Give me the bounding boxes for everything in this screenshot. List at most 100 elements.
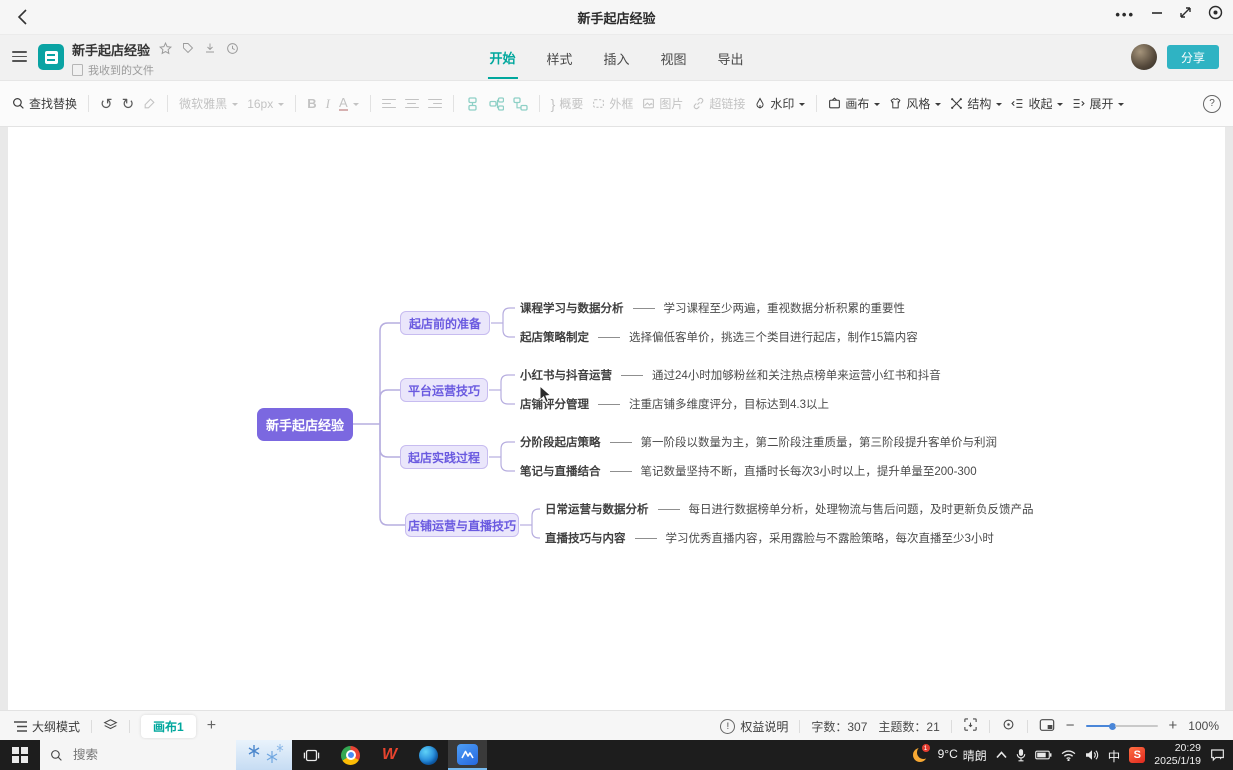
action-center-icon[interactable] (1210, 748, 1225, 762)
minimize-icon[interactable] (1151, 7, 1163, 22)
taskbar-search[interactable] (40, 740, 236, 770)
taskbar-clock[interactable]: 20:29 2025/1/19 (1154, 742, 1201, 768)
microphone-icon[interactable] (1016, 748, 1026, 762)
bold-button[interactable]: B (307, 96, 316, 111)
tab-start[interactable]: 开始 (487, 36, 517, 79)
insert-parent-icon[interactable] (513, 97, 528, 111)
zoom-in-button[interactable]: + (1169, 721, 1178, 731)
share-button[interactable]: 分享 (1167, 45, 1219, 69)
browser-app-icon[interactable] (409, 740, 448, 770)
hyperlink-button[interactable]: 超链接 (692, 95, 745, 112)
undo-icon[interactable]: ↺ (100, 95, 113, 113)
font-family-select[interactable]: 微软雅黑 (179, 95, 238, 112)
mindmap-detail-node[interactable]: 注重店铺多维度评分，目标达到4.3以上 (629, 396, 829, 412)
mindmap-subtopic-node[interactable]: 店铺评分管理 (520, 396, 589, 412)
mindmap-detail-node[interactable]: 选择偏低客单价，挑选三个类目进行起店，制作15篇内容 (629, 329, 918, 345)
mindmap-detail-node[interactable]: 学习优秀直播内容，采用露脸与不露脸策略，每次直播至少3小时 (666, 530, 994, 546)
user-avatar[interactable] (1131, 44, 1157, 70)
menu-icon[interactable] (12, 51, 27, 62)
insert-topic-icon[interactable] (465, 97, 480, 111)
mindmap-detail-node[interactable]: 第一阶段以数量为主，第二阶段注重质量，第三阶段提升客单价与利润 (641, 434, 998, 450)
italic-button[interactable]: I (326, 96, 330, 112)
format-painter-icon[interactable] (143, 97, 156, 110)
layers-icon[interactable] (103, 718, 118, 735)
status-bar: 大纲模式 画布1 + ! 权益说明 字数：307 主题数：21 (0, 710, 1233, 741)
font-size-select[interactable]: 16px (247, 97, 284, 111)
mindmap-detail-node[interactable]: 通过24小时加够粉丝和关注热点榜单来运营小红书和抖音 (652, 367, 941, 383)
fit-screen-icon[interactable] (963, 717, 978, 735)
rights-info-button[interactable]: ! 权益说明 (720, 718, 788, 735)
expand-button[interactable]: 展开 (1072, 95, 1124, 112)
redo-icon[interactable]: ↻ (122, 95, 135, 113)
chrome-app-icon[interactable] (331, 740, 370, 770)
tab-style[interactable]: 样式 (544, 37, 574, 78)
task-view-button[interactable] (292, 740, 331, 770)
history-icon[interactable] (226, 42, 239, 58)
minimap-icon[interactable] (1039, 718, 1055, 735)
mindmap-subtopic-node[interactable]: 日常运营与数据分析 (545, 501, 649, 517)
structure-button[interactable]: 结构 (950, 95, 1002, 112)
mindmap-branch-node[interactable]: 店铺运营与直播技巧 (405, 513, 519, 537)
mindmap-app-icon[interactable] (448, 740, 487, 770)
canvas-tab-1[interactable]: 画布1 (141, 715, 196, 738)
weather-tray-icon[interactable]: 1 (911, 746, 929, 764)
wifi-icon[interactable] (1061, 750, 1076, 761)
align-right-icon[interactable] (428, 99, 442, 109)
mindmap-subtopic-node[interactable]: 课程学习与数据分析 (520, 300, 624, 316)
battery-icon[interactable] (1035, 750, 1052, 760)
mindmap-subtopic-node[interactable]: 起店策略制定 (520, 329, 589, 345)
info-icon: ! (720, 719, 735, 734)
weather-widget[interactable] (236, 740, 292, 770)
watermark-button[interactable]: 水印 (754, 95, 805, 112)
image-button[interactable]: 图片 (642, 95, 683, 112)
start-button[interactable] (0, 740, 40, 770)
mouse-cursor (539, 385, 553, 408)
collapse-button[interactable]: 收起 (1011, 95, 1063, 112)
volume-icon[interactable] (1085, 749, 1099, 761)
wps-app-icon[interactable]: W (370, 740, 409, 770)
tray-expand-icon[interactable] (996, 751, 1007, 759)
mindmap-detail-node[interactable]: 笔记数量坚持不断，直播时长每次3小时以上，提升单量至200-300 (641, 463, 977, 479)
restore-icon[interactable] (1179, 6, 1192, 22)
font-color-button[interactable]: A (339, 97, 359, 111)
tag-icon[interactable] (182, 42, 194, 57)
outline-mode-button[interactable]: 大纲模式 (14, 718, 80, 735)
tab-insert[interactable]: 插入 (601, 37, 631, 78)
align-left-icon[interactable] (382, 99, 396, 109)
zoom-slider[interactable] (1086, 721, 1158, 731)
mindmap-detail-node[interactable]: 学习课程至少两遍，重视数据分析积累的重要性 (664, 300, 906, 316)
mindmap-branch-node[interactable]: 平台运营技巧 (400, 378, 488, 402)
favorite-star-icon[interactable] (159, 42, 172, 58)
tab-view[interactable]: 视图 (659, 37, 689, 78)
mindmap-branch-node[interactable]: 起店前的准备 (400, 311, 490, 335)
summary-button[interactable]: }概要 (551, 95, 584, 112)
mindmap-layer: 新手起店经验 起店前的准备 课程学习与数据分析 学习课程至少两遍，重视数据分析积累的重… (8, 127, 1225, 710)
mindmap-detail-node[interactable]: 每日进行数据榜单分析，处理物流与售后问题，及时更新负反馈产品 (689, 501, 1034, 517)
windows-logo-icon (12, 747, 28, 763)
zoom-out-button[interactable]: − (1066, 721, 1075, 731)
mindmap-subtopic-node[interactable]: 笔记与直播结合 (520, 463, 601, 479)
close-circle-icon[interactable] (1208, 5, 1223, 23)
ime-indicator[interactable]: 中 (1108, 746, 1121, 765)
locate-center-icon[interactable] (1001, 717, 1016, 735)
align-center-icon[interactable] (405, 99, 419, 109)
help-icon[interactable]: ? (1203, 95, 1221, 113)
frame-button[interactable]: 外框 (592, 95, 633, 112)
mindmap-subtopic-node[interactable]: 直播技巧与内容 (545, 530, 626, 546)
style-button[interactable]: 风格 (889, 95, 941, 112)
mindmap-subtopic-node[interactable]: 小红书与抖音运营 (520, 367, 612, 383)
find-replace-button[interactable]: 查找替换 (12, 95, 77, 112)
weather-text[interactable]: 9°C晴朗 (938, 747, 987, 764)
insert-subtopic-icon[interactable] (489, 97, 504, 111)
mindmap-subtopic-node[interactable]: 分阶段起店策略 (520, 434, 601, 450)
tab-export[interactable]: 导出 (716, 37, 746, 78)
canvas[interactable]: 新手起店经验 起店前的准备 课程学习与数据分析 学习课程至少两遍，重视数据分析积累的重… (8, 127, 1225, 710)
search-input[interactable] (71, 747, 185, 763)
more-icon[interactable]: ••• (1115, 7, 1135, 22)
mindmap-root-node[interactable]: 新手起店经验 (257, 408, 353, 441)
add-canvas-button[interactable]: + (207, 721, 216, 731)
mindmap-branch-node[interactable]: 起店实践过程 (400, 445, 488, 469)
sogou-icon[interactable]: S (1129, 747, 1145, 763)
canvas-button[interactable]: 画布 (828, 95, 880, 112)
download-icon[interactable] (204, 42, 216, 57)
